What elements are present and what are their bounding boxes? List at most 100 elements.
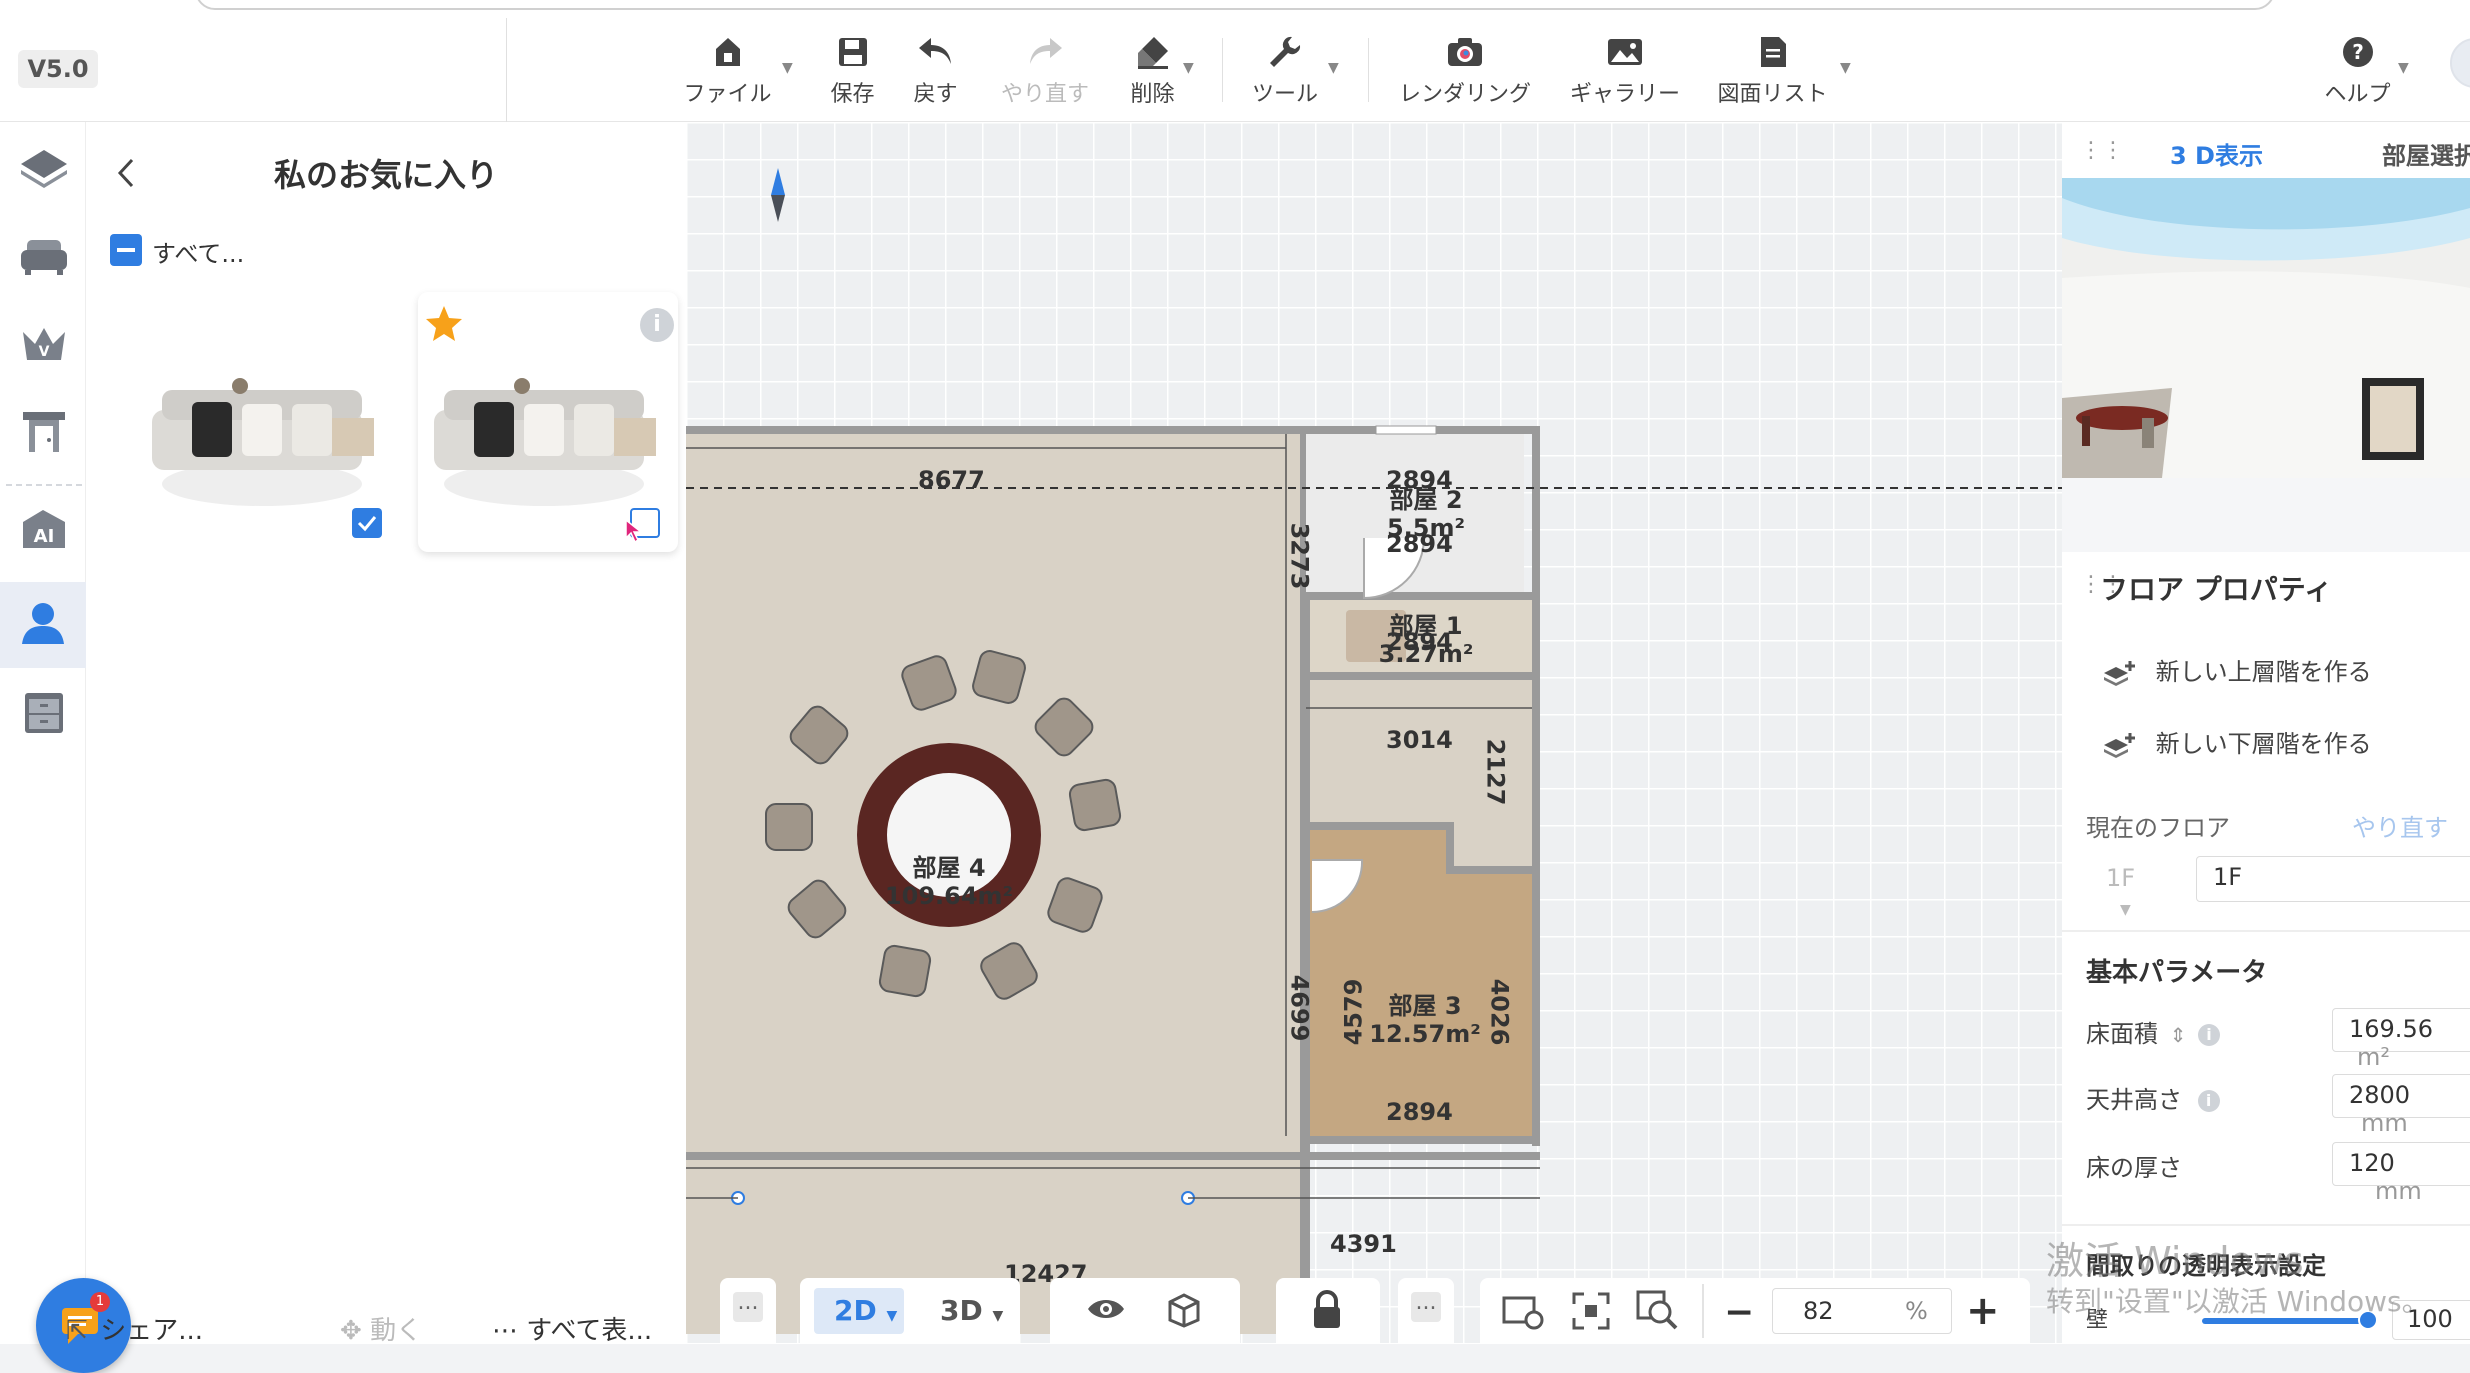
user-icon xyxy=(20,600,66,650)
room-label[interactable]: 部屋 4 109.64m² xyxy=(874,854,1024,910)
drag-handle-icon[interactable]: ⋮⋮ xyxy=(2080,138,2124,163)
dimension-label: 2127 xyxy=(1481,738,1510,806)
room-label[interactable]: 部屋 2 5.5m² xyxy=(1356,486,1496,542)
file-button[interactable]: ファイル xyxy=(680,30,775,110)
camera-icon xyxy=(1395,30,1535,74)
room-label[interactable]: 部屋 1 3.27m² xyxy=(1356,612,1496,668)
tools-button[interactable]: ツール xyxy=(1245,30,1325,110)
new-lower-floor-button[interactable]: 新しい下層階を作る xyxy=(2102,724,2372,759)
dimension-label: 2894 xyxy=(1386,1098,1453,1126)
show-all-button[interactable]: ⋯ すべて表... xyxy=(492,1310,652,1347)
rail-premium[interactable]: V xyxy=(6,308,82,384)
divider xyxy=(2062,1224,2470,1226)
zoom-out-button[interactable]: − xyxy=(1724,1292,1754,1333)
furniture-thumbnail xyxy=(424,352,664,512)
lock-icon[interactable] xyxy=(1310,1290,1344,1334)
divider xyxy=(1702,1284,1704,1338)
redo-button[interactable]: やり直す xyxy=(995,30,1095,110)
undo-button[interactable]: 戻す xyxy=(903,30,968,110)
chevron-down-icon[interactable]: ▼ xyxy=(1840,60,1851,76)
delete-button[interactable]: 削除 xyxy=(1120,30,1185,110)
save-button[interactable]: 保存 xyxy=(820,30,885,110)
floor-select[interactable]: 1F ▼ xyxy=(2086,856,2186,918)
rail-furniture[interactable] xyxy=(6,220,82,296)
chevron-down-icon[interactable]: ▼ xyxy=(1183,60,1194,76)
select-all-checkbox[interactable] xyxy=(110,234,142,266)
cube-icon[interactable] xyxy=(1166,1292,1202,1332)
cabinet-icon xyxy=(21,691,67,741)
file-icon xyxy=(680,30,775,74)
svg-text:AI: AI xyxy=(34,526,55,547)
zoom-area-icon[interactable] xyxy=(1636,1290,1680,1336)
floorplan-canvas[interactable]: ‹ xyxy=(686,122,2062,1344)
crown-icon: V xyxy=(19,324,69,368)
fit-screen-icon[interactable] xyxy=(1572,1292,1610,1334)
gallery-icon xyxy=(1565,30,1685,74)
add-layer-icon xyxy=(2102,730,2138,758)
rendering-button[interactable]: レンダリング xyxy=(1395,30,1535,110)
redo-icon xyxy=(995,30,1095,74)
floor-thickness-input[interactable]: 120 mm xyxy=(2332,1142,2470,1205)
sort-icon[interactable]: ⇕ xyxy=(2170,1023,2187,1047)
rail-doors[interactable] xyxy=(6,396,82,472)
lock-group xyxy=(1276,1278,1380,1344)
favorite-item[interactable]: i xyxy=(418,292,678,552)
top-toolbar: V5.0 ファイル ▼ 保存 戻す やり直す 削除 ▼ ツール ▼ レンダリング… xyxy=(0,0,2470,122)
info-icon[interactable]: i xyxy=(2197,1090,2220,1112)
section-title: フロア プロパティ xyxy=(2100,573,2333,606)
chevron-down-icon[interactable]: ▼ xyxy=(782,60,793,76)
rail-floorplan[interactable] xyxy=(6,132,82,208)
ceiling-height-label: 天井高さ i xyxy=(2086,1080,2220,1115)
redo-link[interactable]: やり直す xyxy=(2352,808,2448,843)
more-button-right[interactable]: ... xyxy=(1398,1278,1454,1344)
drawing-list-button[interactable]: 図面リスト xyxy=(1715,30,1830,110)
door-icon xyxy=(19,410,69,458)
floor-area-input[interactable]: 169.56 m² xyxy=(2332,1008,2470,1071)
avatar[interactable] xyxy=(2450,38,2470,88)
divider xyxy=(1368,38,1369,102)
view-3d-button[interactable]: 3D ▼ xyxy=(920,1288,1010,1334)
more-button-left[interactable]: ... xyxy=(720,1278,776,1344)
select-all-label: すべて... xyxy=(152,240,245,268)
view-2d-button[interactable]: 2D ▼ xyxy=(814,1288,904,1334)
star-icon[interactable] xyxy=(424,304,464,348)
rail-favorites[interactable] xyxy=(0,582,86,668)
share-button[interactable]: ⇱ シェア... xyxy=(66,1310,203,1347)
tab-room-select[interactable]: 部屋選択 xyxy=(2382,136,2470,171)
rail-ai[interactable]: AI xyxy=(6,494,82,570)
ceiling-height-input[interactable]: 2800 mm xyxy=(2332,1074,2470,1137)
help-button[interactable]: ? ヘルプ xyxy=(2320,30,2395,110)
room-label[interactable]: 部屋 3 12.57m² xyxy=(1350,992,1500,1048)
dimension-label: 3014 xyxy=(1386,726,1453,754)
display-group xyxy=(1050,1278,1240,1344)
wrench-icon xyxy=(1245,30,1325,74)
tab-3d-view[interactable]: 3 D表示 xyxy=(2170,136,2263,171)
dimension-label: 8677 xyxy=(918,466,985,494)
zoom-group: − 82 % + xyxy=(1480,1278,2030,1344)
category-rail: V AI xyxy=(0,122,86,1344)
favorite-item[interactable] xyxy=(136,292,396,552)
3d-preview[interactable] xyxy=(2062,178,2470,542)
view-mode-group: 2D ▼ 3D ▼ xyxy=(800,1278,1020,1344)
gallery-button[interactable]: ギャラリー xyxy=(1565,30,1685,110)
cursor-icon xyxy=(624,518,644,548)
chevron-down-icon: ▼ xyxy=(2120,902,2131,918)
floor-name-input[interactable]: 1F xyxy=(2196,856,2470,902)
address-bar[interactable] xyxy=(195,0,2275,10)
info-icon[interactable]: i xyxy=(640,308,674,342)
zoom-input[interactable]: 82 % xyxy=(1772,1288,1952,1334)
rail-cabinet[interactable] xyxy=(6,678,82,754)
new-upper-floor-button[interactable]: 新しい上層階を作る xyxy=(2102,652,2372,687)
item-checkbox-checked[interactable] xyxy=(352,508,382,538)
sofa-icon xyxy=(19,236,69,280)
notification-badge: 1 xyxy=(90,1292,110,1312)
chevron-down-icon[interactable]: ▼ xyxy=(2398,60,2409,76)
panel-title: 私のお気に入り xyxy=(273,156,498,194)
info-icon[interactable]: i xyxy=(2198,1024,2221,1046)
move-button[interactable]: ✥ 動く xyxy=(340,1310,422,1347)
zoom-in-button[interactable]: + xyxy=(1966,1288,2000,1334)
eye-icon[interactable] xyxy=(1086,1294,1126,1328)
chevron-down-icon[interactable]: ▼ xyxy=(1328,60,1339,76)
screen-settings-icon[interactable] xyxy=(1502,1294,1544,1334)
current-floor-label: 現在のフロア xyxy=(2086,814,2230,842)
